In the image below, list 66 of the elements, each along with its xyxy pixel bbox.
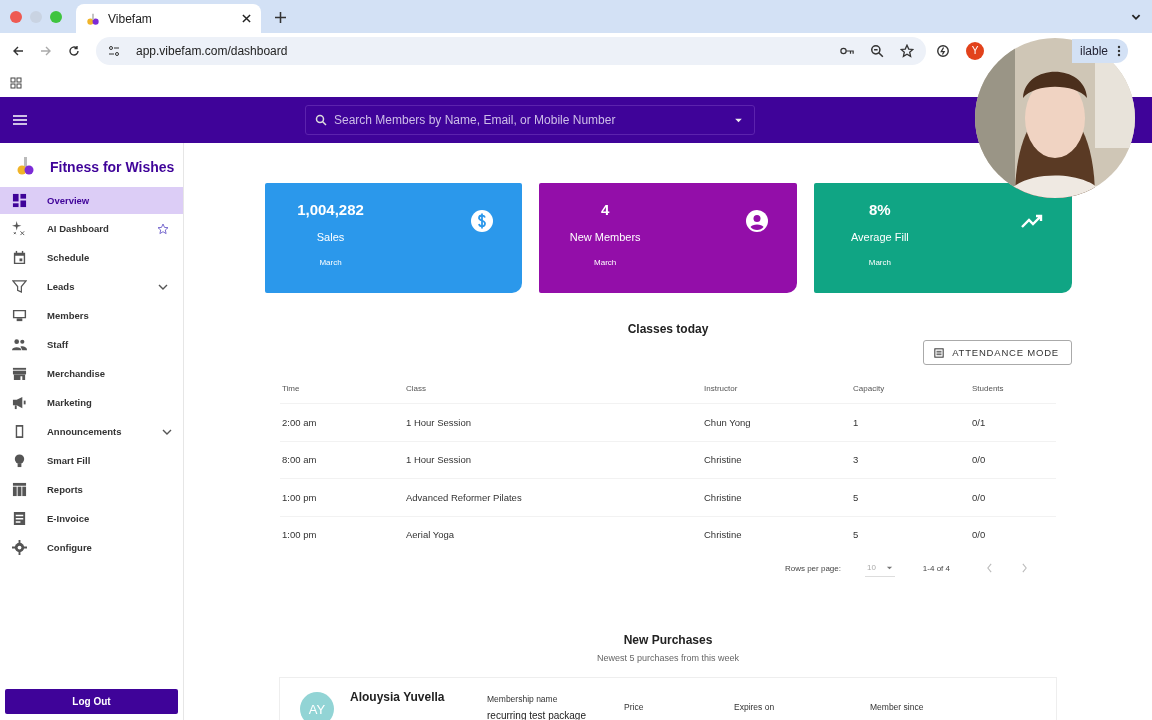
member-name: Alouysia Yuvella	[350, 690, 446, 704]
sidebar-item[interactable]: E-Invoice	[0, 504, 183, 533]
sidebar-item[interactable]: Reports	[0, 475, 183, 504]
stat-period: March	[868, 258, 891, 267]
table-cell: 1	[853, 416, 859, 428]
sidebar-item[interactable]: Members	[0, 301, 183, 330]
table-cell: 3	[853, 454, 859, 466]
profile-button[interactable]: ilable	[1072, 38, 1128, 63]
browser-tab[interactable]: Vibefam	[76, 4, 261, 33]
table-cell: 1 Hour Session	[406, 454, 471, 466]
sidebar-item[interactable]: Schedule	[0, 243, 183, 272]
stat-value: 8%	[869, 201, 891, 218]
attendance-mode-button[interactable]: ATTENDANCE MODE	[923, 340, 1072, 365]
table-cell: 1:00 pm	[282, 491, 317, 503]
stat-label: New Members	[569, 231, 641, 243]
sidebar-item[interactable]: Configure	[0, 533, 183, 562]
sidebar-item[interactable]: Leads	[0, 272, 183, 301]
stat-period: March	[319, 258, 342, 267]
table-cell: 1 Hour Session	[406, 416, 471, 428]
field-label: Member since	[870, 702, 924, 712]
table-cell: 8:00 am	[282, 454, 317, 466]
column-header: Capacity	[853, 383, 885, 393]
table-cell: Christine	[704, 491, 742, 503]
table-cell: Aerial Yoga	[406, 529, 455, 541]
stat-value: 4	[601, 201, 610, 218]
sidebar-item[interactable]: Smart Fill	[0, 446, 183, 475]
member-avatar: AY	[300, 692, 334, 720]
log-out-button[interactable]: Log Out	[5, 689, 178, 714]
table-cell: 5	[853, 491, 859, 503]
field-label: Membership name	[487, 694, 559, 704]
stat-value: 1,004,282	[297, 201, 364, 218]
table-cell: 0/1	[972, 416, 986, 428]
table-cell: Christine	[704, 529, 742, 541]
address-field[interactable]: app.vibefam.com/dashboard	[96, 36, 926, 65]
section-title: New Purchases	[623, 633, 713, 647]
stat-label: Sales	[316, 231, 345, 243]
table-cell: Chun Yong	[704, 416, 751, 428]
sidebar-item[interactable]: Merchandise	[0, 359, 183, 388]
table-cell: 0/0	[972, 454, 986, 466]
column-header: Students	[972, 383, 1004, 393]
field-label: Price	[624, 702, 645, 712]
column-header: Class	[406, 383, 426, 393]
table-cell: 0/0	[972, 491, 986, 503]
sidebar-item[interactable]: Staff	[0, 330, 183, 359]
section-subtitle: Newest 5 purchases from this week	[596, 653, 740, 663]
table-cell: 2:00 am	[282, 416, 317, 428]
rows-per-page-label: Rows per page:	[784, 563, 841, 573]
search-field[interactable]: Search Members by Name, Email, or Mobile Number	[305, 105, 755, 135]
profile-avatar[interactable]: Y	[966, 41, 984, 60]
table-cell: 5	[853, 529, 859, 541]
sidebar-item[interactable]: Marketing	[0, 388, 183, 417]
field-label: Expires on	[734, 702, 776, 712]
brand-name: Fitness for Wishes	[50, 159, 175, 175]
section-title: Classes today	[627, 322, 709, 336]
table-cell: Advanced Reformer Pilates	[406, 491, 522, 503]
table-cell: 0/0	[972, 529, 986, 541]
table-cell: 1:00 pm	[282, 529, 317, 541]
column-header: Instructor	[704, 383, 738, 393]
page-range: 1-4 of 4	[922, 563, 950, 573]
column-header: Time	[282, 383, 300, 393]
sidebar-item[interactable]: Announcements	[0, 417, 183, 446]
stat-period: March	[594, 258, 617, 267]
sidebar-item[interactable]: Overview	[0, 187, 183, 214]
sidebar-item[interactable]: AI Dashboard	[0, 214, 183, 243]
stat-label: Average Fill	[850, 231, 909, 243]
table-cell: Christine	[704, 454, 742, 466]
